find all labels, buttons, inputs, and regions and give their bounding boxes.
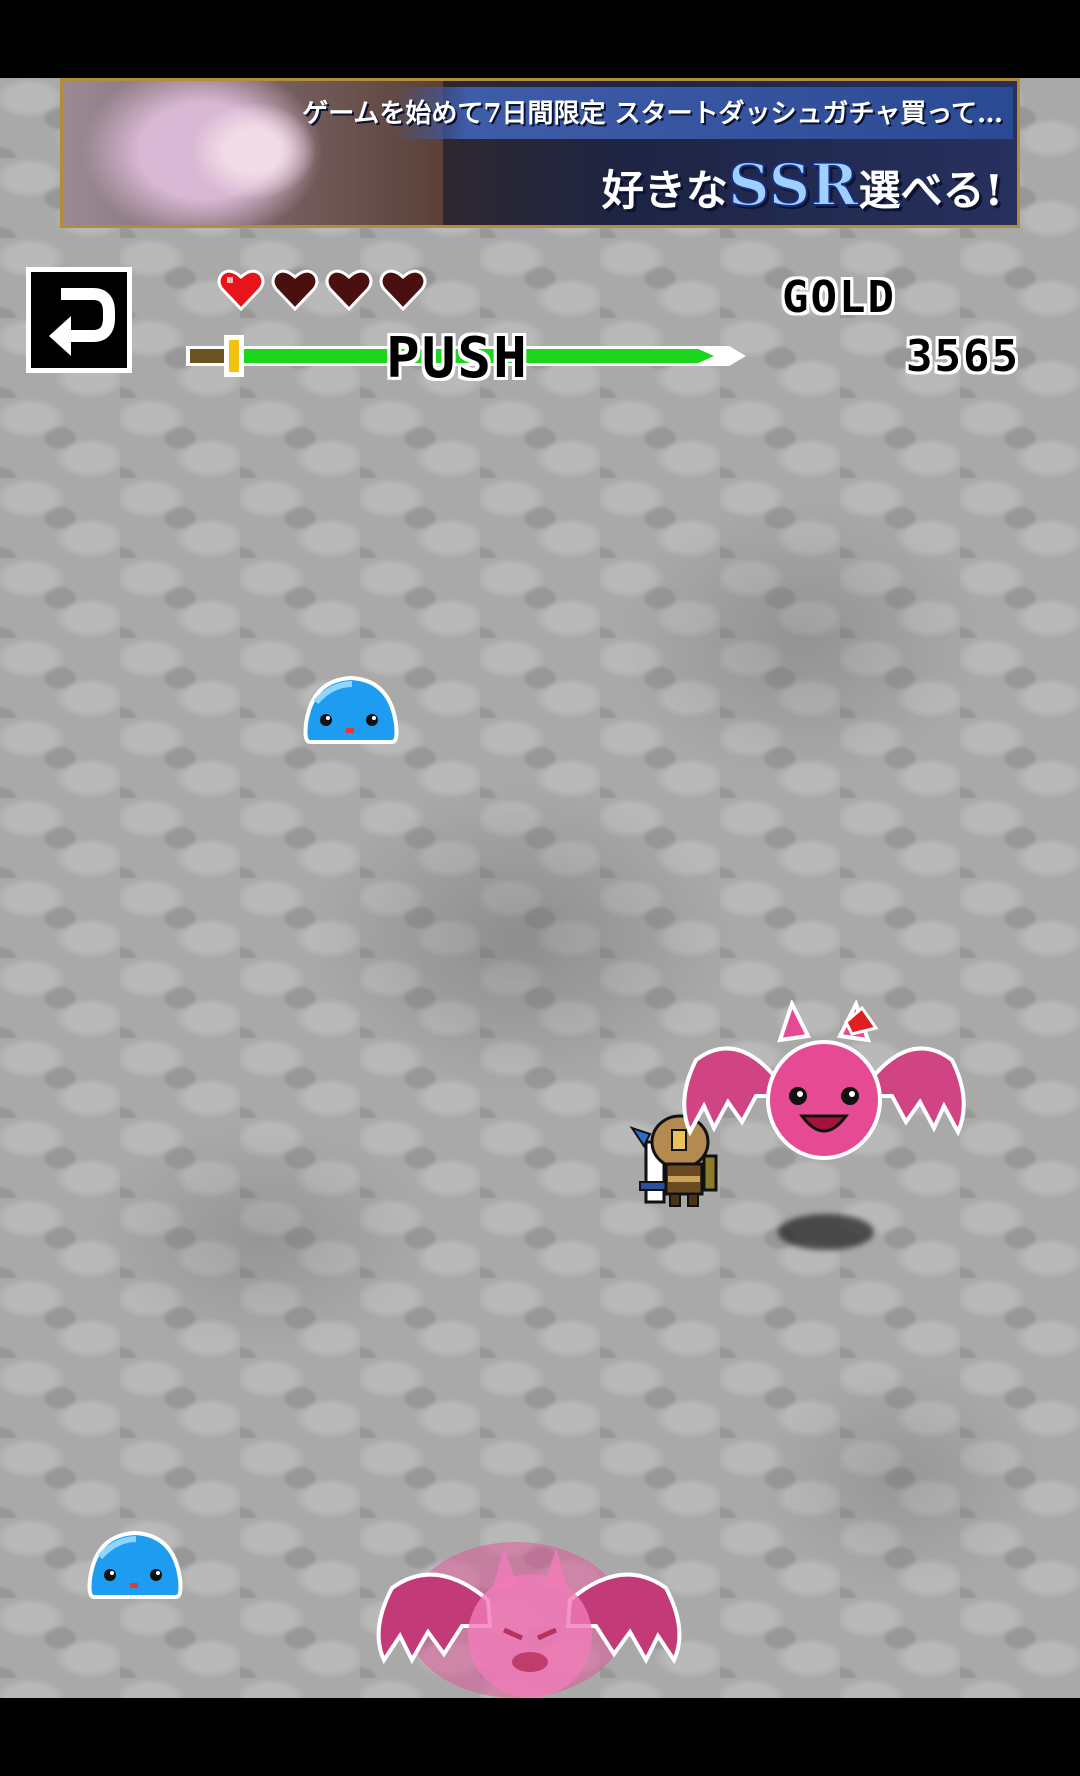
game-screen[interactable]: ゲームを始めて7日間限定 スタートダッシュガチャ買って… 好きなSSR選べる! … [0, 0, 1080, 1776]
blue-slime[interactable] [86, 1527, 184, 1609]
gold-label: GOLD [782, 272, 896, 323]
gauge-marker [224, 335, 244, 377]
ad-tagline-pre: 好きな [601, 166, 728, 215]
life-hearts [216, 265, 428, 315]
ad-tagline: 好きなSSR選べる! [601, 150, 1003, 220]
pink-bat-demon[interactable] [676, 1000, 970, 1172]
heart-full-icon [217, 269, 265, 312]
ad-tagline-ssr: SSR [727, 150, 860, 220]
back-button[interactable] [26, 267, 132, 373]
ad-banner[interactable]: ゲームを始めて7日間限定 スタートダッシュガチャ買って… 好きなSSR選べる! [60, 78, 1020, 228]
blue-slime[interactable] [302, 672, 400, 754]
push-label[interactable]: PUSH [386, 326, 529, 391]
ad-headline: ゲームを始めて7日間限定 スタートダッシュガチャ買って… [302, 99, 1003, 129]
bat-shadow [778, 1214, 874, 1250]
pink-bat-demon-ghost [376, 1542, 682, 1698]
gold-value: 3565 [906, 331, 1020, 382]
dungeon-floor[interactable] [0, 78, 1080, 1698]
heart-empty-icon [325, 269, 373, 312]
ad-tagline-post: 選べる! [858, 166, 1003, 215]
fog-overlay [0, 78, 1080, 1698]
heart-empty-icon [271, 269, 319, 312]
heart-empty-icon [379, 269, 427, 312]
return-arrow-icon [49, 288, 115, 356]
